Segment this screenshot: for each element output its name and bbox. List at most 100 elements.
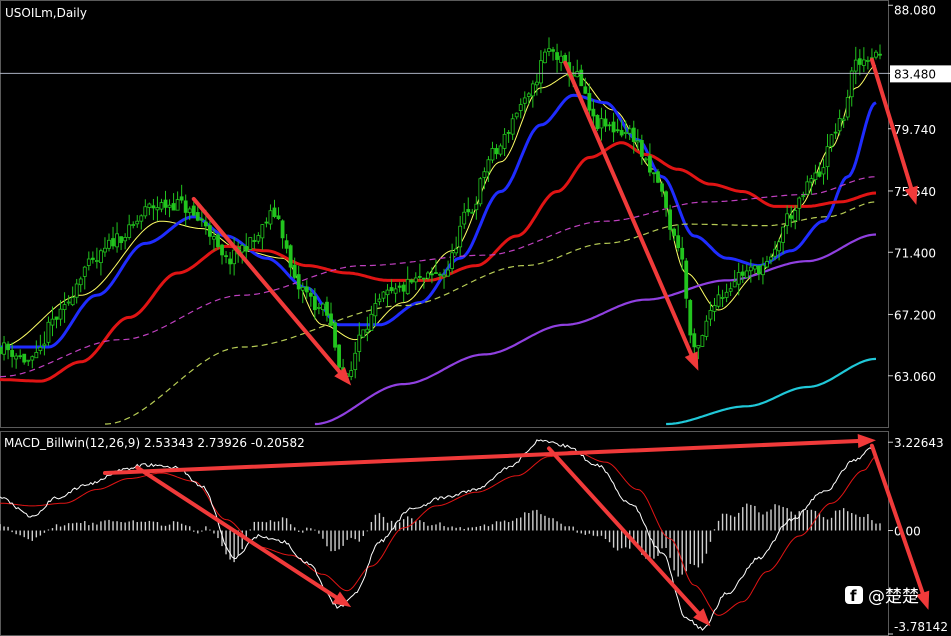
candle-body xyxy=(817,171,822,177)
candle-body xyxy=(127,224,132,238)
candle-body xyxy=(171,203,176,211)
candle-body xyxy=(434,272,438,274)
candle-body xyxy=(58,308,63,320)
candle-body xyxy=(684,260,689,299)
candle-body xyxy=(878,53,882,56)
candle-body xyxy=(119,236,124,244)
candle-body xyxy=(115,233,119,248)
candle-body xyxy=(195,212,200,221)
candle-body xyxy=(555,52,559,60)
candle-body xyxy=(777,241,781,252)
candle-body xyxy=(74,283,79,298)
candle-body xyxy=(510,118,515,135)
candle-body xyxy=(86,258,91,266)
candle-body xyxy=(607,124,612,127)
candle-body xyxy=(539,60,543,84)
candle-body xyxy=(462,211,467,225)
candle-body xyxy=(635,140,640,143)
candle-body xyxy=(349,370,354,377)
candle-body xyxy=(430,273,434,276)
candle-body xyxy=(54,316,59,320)
candle-body xyxy=(680,247,685,260)
candle-body xyxy=(300,286,305,291)
candle-body xyxy=(50,318,55,326)
current-price-label: 83.480 xyxy=(894,67,936,81)
candle-body xyxy=(458,225,463,248)
candle-body xyxy=(78,278,83,286)
candle-body xyxy=(623,131,628,134)
candle-body xyxy=(619,130,624,136)
candle-body xyxy=(224,255,228,258)
candle-body xyxy=(769,256,773,261)
candle-body xyxy=(393,288,398,294)
candle-body xyxy=(99,250,103,264)
candle-body xyxy=(841,118,846,121)
candle-body xyxy=(797,197,802,209)
candle-body xyxy=(220,244,224,256)
candle-body xyxy=(212,236,216,240)
candle-body xyxy=(744,270,749,279)
candle-body xyxy=(579,69,584,87)
candle-body xyxy=(14,355,19,360)
candle-body xyxy=(62,304,67,310)
candle-body xyxy=(498,145,503,155)
indicator-title: MACD_Billwin(12,26,9) 2.53343 2.73926 -0… xyxy=(4,436,305,450)
watermark: f @楚楚 xyxy=(845,586,919,607)
price-tick-label: 63.060 xyxy=(894,370,936,384)
candle-body xyxy=(46,321,51,343)
candle-body xyxy=(801,195,806,198)
candle-body xyxy=(377,298,382,303)
candle-body xyxy=(696,345,701,349)
candle-body xyxy=(240,244,245,253)
candle-body xyxy=(26,359,31,362)
candle-body xyxy=(833,131,838,134)
candle-body xyxy=(288,245,293,268)
candle-body xyxy=(175,199,180,211)
candle-body xyxy=(22,353,27,363)
candle-body xyxy=(143,206,148,217)
candle-body xyxy=(466,209,471,213)
candle-body xyxy=(825,146,830,168)
candle-body xyxy=(18,355,23,358)
candle-body xyxy=(627,128,632,134)
candle-body xyxy=(179,196,184,201)
candle-body xyxy=(805,181,810,195)
candle-body xyxy=(450,252,455,269)
candle-body xyxy=(304,286,309,293)
macd-tick-label: 3.22643 xyxy=(894,436,944,450)
candle-body xyxy=(308,292,313,297)
candle-body xyxy=(724,291,729,298)
candle-body xyxy=(389,287,394,292)
chart-background xyxy=(0,0,951,636)
candle-body xyxy=(720,296,725,299)
candle-body xyxy=(10,350,15,357)
symbol-title: USOILm,Daily xyxy=(5,6,87,20)
candle-body xyxy=(135,220,140,225)
candle-body xyxy=(147,203,152,208)
candle-body xyxy=(385,289,390,296)
price-tick-label: 79.740 xyxy=(894,123,936,137)
candle-body xyxy=(159,202,164,210)
candle-body xyxy=(187,208,192,214)
candle-body xyxy=(0,346,2,355)
candle-body xyxy=(369,313,374,331)
trading-chart: USOILm,Daily 88.08083.48079.74075.54071.… xyxy=(0,0,951,636)
macd-tick-label: -3.78142 xyxy=(894,620,948,634)
candle-body xyxy=(809,178,814,183)
candle-body xyxy=(781,226,786,243)
candle-body xyxy=(6,343,10,351)
candle-body xyxy=(494,148,499,155)
candle-body xyxy=(615,129,620,132)
candle-body xyxy=(534,81,539,86)
candle-body xyxy=(740,271,745,276)
candle-body xyxy=(70,297,75,306)
candle-body xyxy=(668,209,672,230)
candle-body xyxy=(547,48,551,52)
candle-body xyxy=(652,172,656,175)
candle-body xyxy=(765,261,769,268)
candle-body xyxy=(357,334,362,353)
candle-body xyxy=(409,279,414,283)
price-tick-label: 71.400 xyxy=(894,246,936,260)
candle-body xyxy=(167,204,172,208)
candle-body xyxy=(42,343,47,347)
